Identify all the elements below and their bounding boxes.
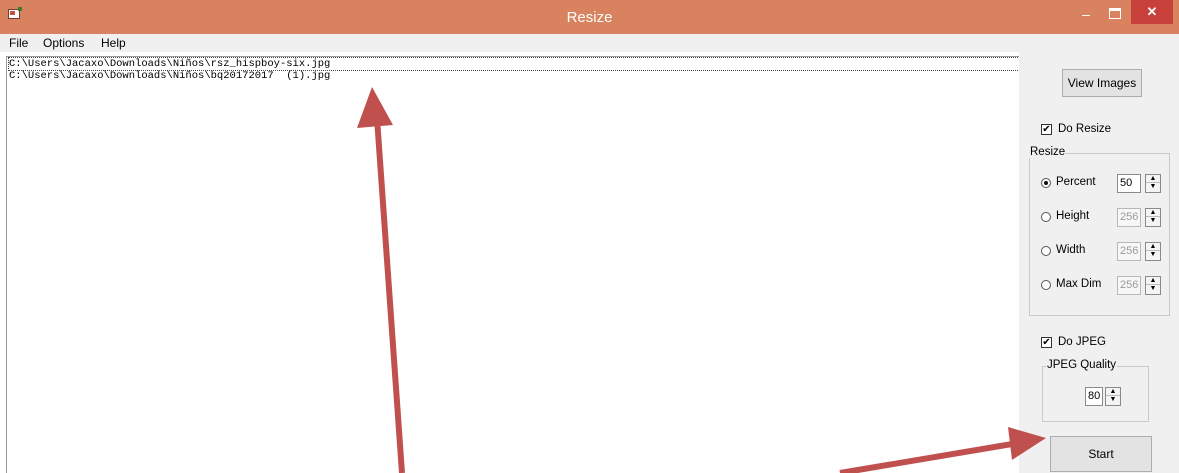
resize-groupbox: Resize Percent 50 ▲ ▼ Height 256 ▲ ▼ Width… [1029, 146, 1170, 316]
jpeg-quality-spinner[interactable]: ▲ ▼ [1105, 387, 1121, 406]
window-title: Resize [566, 9, 613, 26]
do-resize-label: Do Resize [1058, 123, 1112, 135]
resize-group-title: Resize [1029, 146, 1067, 158]
height-input[interactable]: 256 [1117, 208, 1141, 227]
start-button[interactable]: Start [1050, 436, 1152, 472]
max-dim-label: Max Dim [1056, 278, 1102, 290]
width-spinner[interactable]: ▲ ▼ [1145, 242, 1161, 261]
do-resize-checkbox[interactable]: ✔ [1041, 124, 1052, 135]
menu-help[interactable]: Help [101, 36, 126, 50]
jpeg-quality-groupbox: JPEG Quality 80 ▲ ▼ [1042, 359, 1149, 422]
percent-radio[interactable] [1041, 178, 1051, 188]
spin-down-icon[interactable]: ▼ [1146, 285, 1160, 293]
percent-spinner[interactable]: ▲ ▼ [1145, 174, 1161, 193]
percent-label: Percent [1056, 176, 1096, 188]
spin-down-icon[interactable]: ▼ [1106, 396, 1120, 404]
height-radio[interactable] [1041, 212, 1051, 222]
spin-up-icon[interactable]: ▲ [1106, 388, 1120, 396]
width-input[interactable]: 256 [1117, 242, 1141, 261]
menu-file[interactable]: File [9, 36, 28, 50]
menu-bar: File Options Help [0, 34, 1179, 52]
close-button[interactable]: ✕ [1131, 0, 1173, 24]
spin-up-icon[interactable]: ▲ [1146, 277, 1160, 285]
menu-options[interactable]: Options [43, 36, 84, 50]
maximize-icon [1109, 8, 1121, 19]
maximize-button[interactable] [1101, 0, 1129, 28]
main-area: C:\Users\Jacaxo\Downloads\Niños\rsz_hisp… [0, 52, 1020, 473]
minimize-button[interactable]: – [1072, 0, 1100, 28]
spin-up-icon[interactable]: ▲ [1146, 175, 1160, 183]
do-jpeg-label: Do JPEG [1058, 336, 1106, 348]
percent-input[interactable]: 50 [1117, 174, 1141, 193]
jpeg-quality-title: JPEG Quality [1046, 359, 1118, 371]
do-jpeg-checkbox[interactable]: ✔ [1041, 337, 1052, 348]
height-spinner[interactable]: ▲ ▼ [1145, 208, 1161, 227]
spin-down-icon[interactable]: ▼ [1146, 251, 1160, 259]
max-dim-spinner[interactable]: ▲ ▼ [1145, 276, 1161, 295]
width-radio[interactable] [1041, 246, 1051, 256]
spin-down-icon[interactable]: ▼ [1146, 183, 1160, 191]
width-label: Width [1056, 244, 1086, 256]
spin-down-icon[interactable]: ▼ [1146, 217, 1160, 225]
view-images-button[interactable]: View Images [1062, 69, 1142, 97]
file-list-item[interactable]: C:\Users\Jacaxo\Downloads\Niños\rsz_hisp… [8, 57, 1020, 71]
jpeg-quality-input[interactable]: 80 [1085, 387, 1103, 406]
options-panel: View Images ✔ Do Resize Resize Percent 5… [1019, 52, 1179, 473]
file-list[interactable]: C:\Users\Jacaxo\Downloads\Niños\rsz_hisp… [6, 56, 1020, 473]
max-dim-radio[interactable] [1041, 280, 1051, 290]
spin-up-icon[interactable]: ▲ [1146, 209, 1160, 217]
file-list-item[interactable]: C:\Users\Jacaxo\Downloads\Niños\bq201720… [9, 70, 330, 82]
title-bar[interactable]: Resize – ✕ [0, 0, 1179, 34]
spin-up-icon[interactable]: ▲ [1146, 243, 1160, 251]
height-label: Height [1056, 210, 1090, 222]
max-dim-input[interactable]: 256 [1117, 276, 1141, 295]
